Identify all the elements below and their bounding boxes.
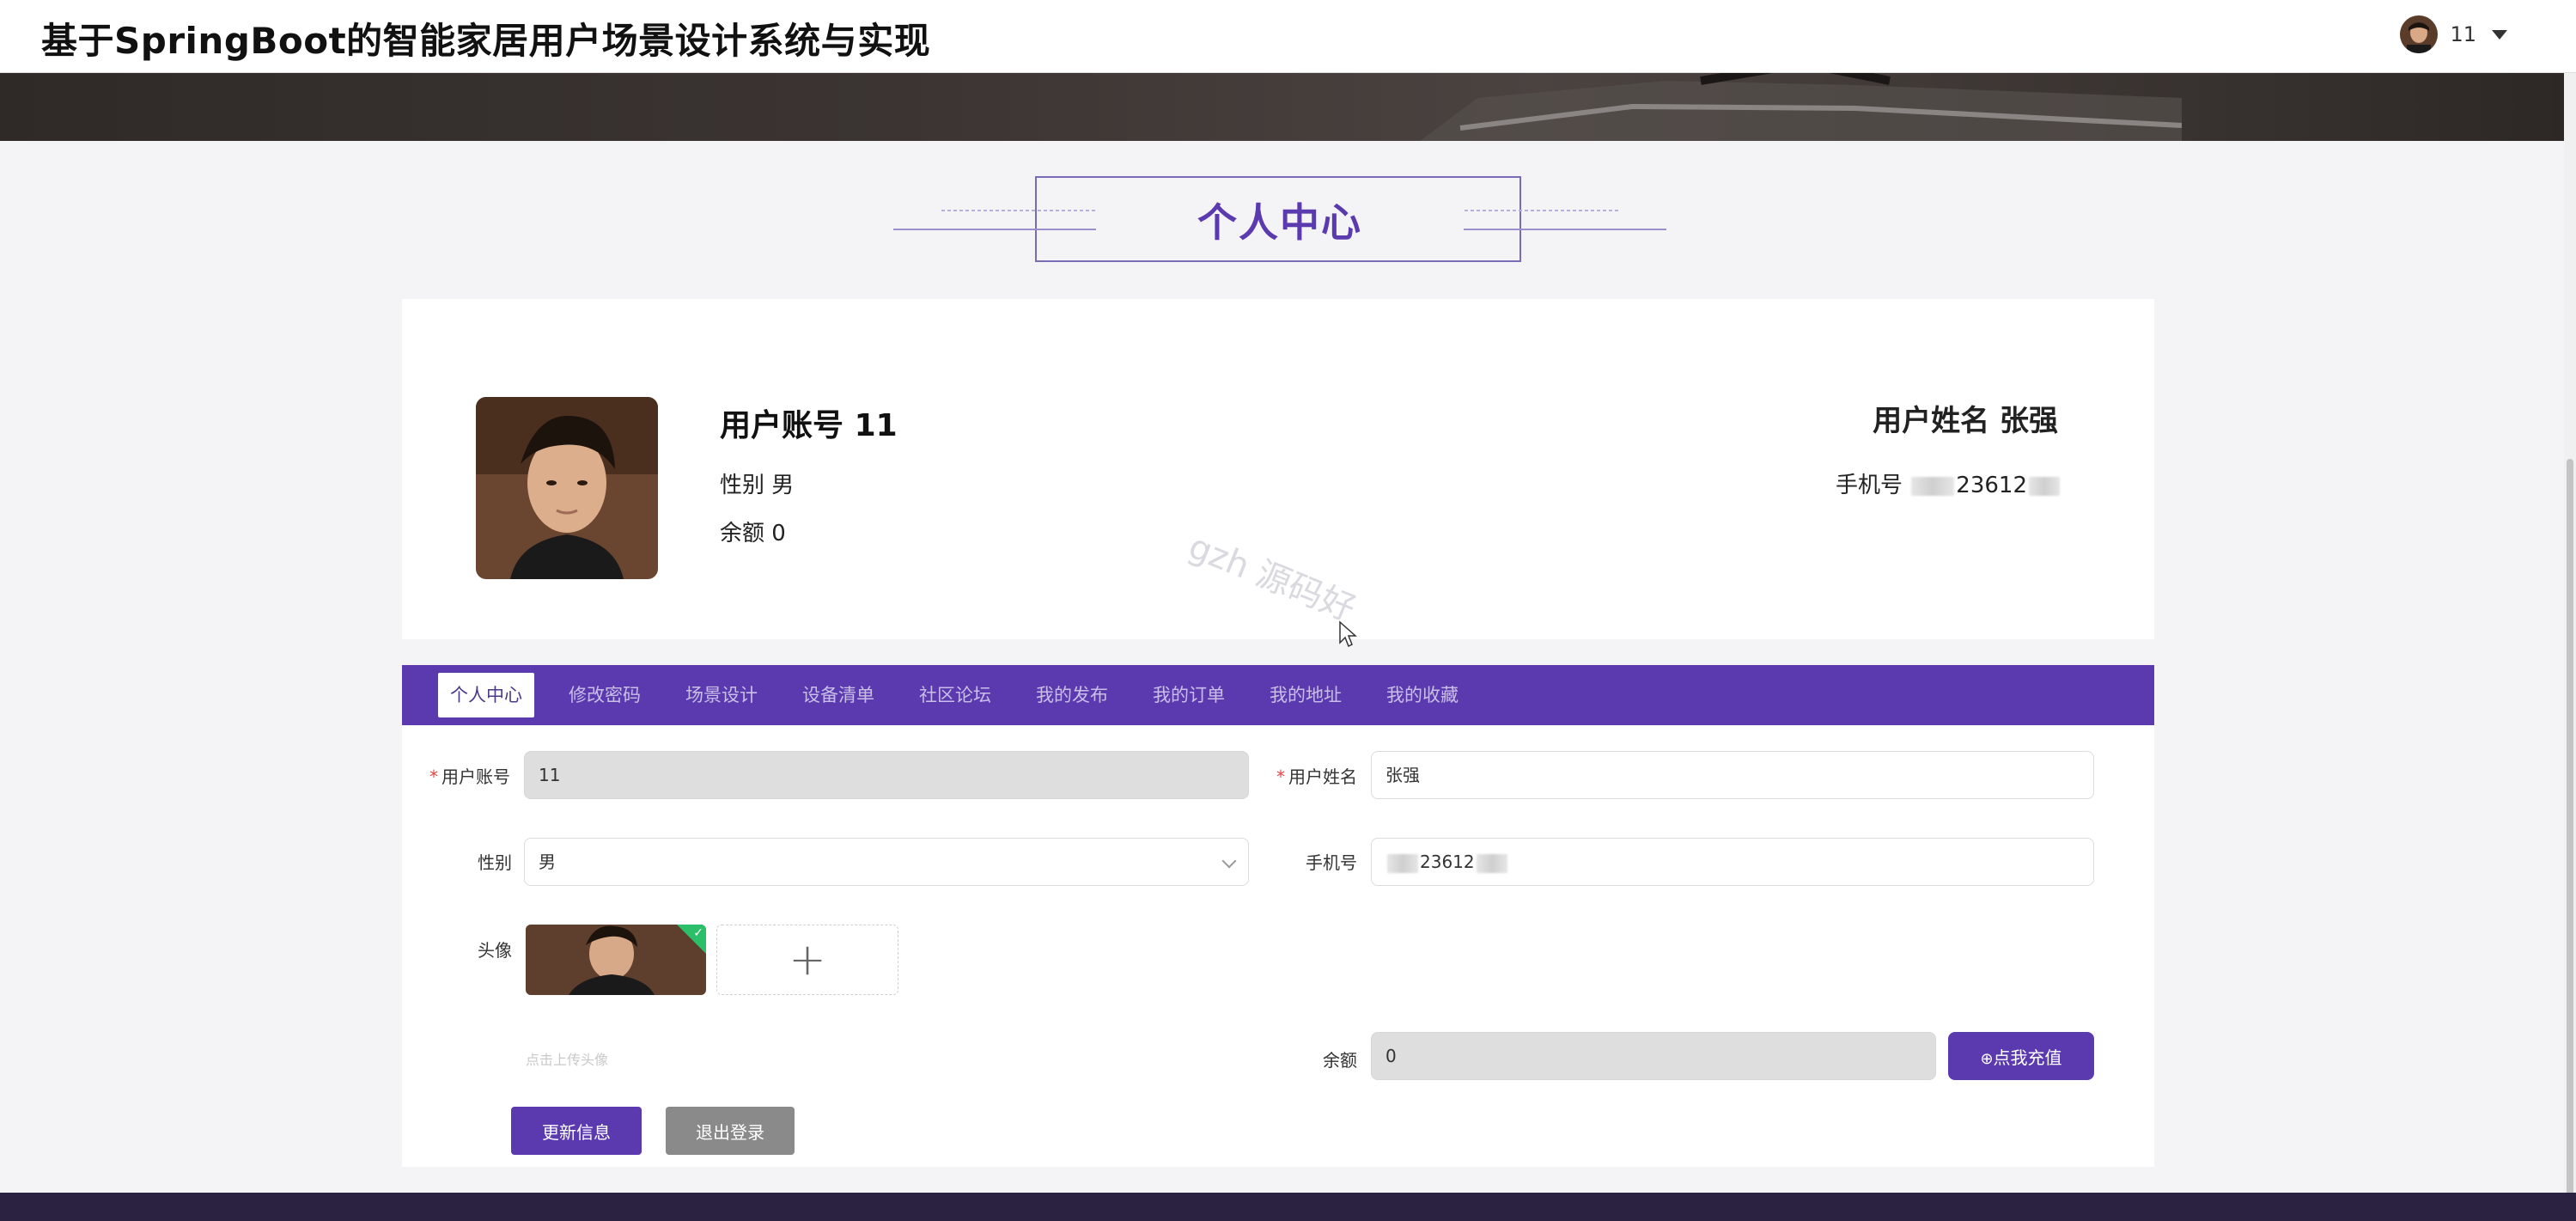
user-menu[interactable]: 11 (2400, 15, 2507, 53)
avatar-thumbnail[interactable]: ✓ (526, 925, 706, 995)
section-title: 个人中心 (1197, 199, 1362, 246)
site-title: 基于SpringBoot的智能家居用户场景设计系统与实现 (41, 20, 931, 62)
profile-gender-label: 性别 (720, 473, 765, 498)
user-name[interactable]: 11 (2450, 22, 2476, 46)
profile-tabs: 个人中心 修改密码 场景设计 设备清单 社区论坛 我的发布 我的订单 我的地址 … (402, 665, 2154, 725)
logout-button[interactable]: 退出登录 (666, 1107, 795, 1155)
redacted-mask (1911, 476, 1955, 496)
profile-account: 用户账号 11 (720, 400, 898, 445)
name-input[interactable]: 张强 (1371, 751, 2094, 799)
phone-input-value: 23612 (1420, 852, 1475, 872)
plus-circle-icon: ⊕ (1980, 1049, 1994, 1068)
gender-select[interactable]: 男 (524, 838, 1249, 886)
account-input[interactable]: 11 (524, 751, 1249, 799)
profile-balance-value: 0 (771, 521, 786, 546)
profile-phone-value: 23612 (1956, 473, 2027, 498)
tab-device-list[interactable]: 设备清单 (802, 673, 874, 717)
tab-scene-design[interactable]: 场景设计 (685, 673, 758, 717)
check-icon: ✓ (693, 926, 703, 940)
tab-my-posts[interactable]: 我的发布 (1036, 673, 1108, 717)
profile-gender: 性别 男 (720, 467, 794, 499)
profile-gender-value: 男 (771, 473, 795, 498)
profile-balance: 余额 0 (720, 516, 786, 547)
scrollbar-thumb[interactable] (2567, 459, 2573, 1215)
chevron-down-icon[interactable] (2492, 29, 2507, 40)
profile-balance-label: 余额 (720, 521, 765, 546)
plus-icon: + (789, 934, 826, 986)
recharge-button-label: 点我充值 (1993, 1047, 2062, 1068)
gender-field-label: 性别 (478, 852, 512, 873)
redacted-mask (2029, 476, 2060, 496)
tab-my-orders[interactable]: 我的订单 (1153, 673, 1225, 717)
user-avatar-icon[interactable] (2400, 15, 2439, 53)
phone-field-label: 手机号 (1306, 852, 1357, 873)
redacted-mask (1476, 853, 1507, 873)
hero-banner (0, 72, 2564, 141)
name-field-label: * 用户姓名 (1276, 763, 1357, 788)
section-heading: 个人中心 (893, 176, 1666, 262)
required-mark: * (1276, 766, 1285, 787)
banner-decoration (1420, 72, 2182, 141)
profile-phone-label: 手机号 (1836, 473, 1903, 498)
name-field-label-text: 用户姓名 (1288, 766, 1357, 787)
chevron-down-icon (1221, 853, 1237, 869)
profile-avatar (476, 397, 658, 579)
balance-input[interactable]: 0 (1371, 1032, 1936, 1080)
tab-my-favorites[interactable]: 我的收藏 (1386, 673, 1459, 717)
recharge-button[interactable]: ⊕点我充值 (1948, 1032, 2094, 1080)
account-field-label: * 用户账号 (429, 763, 510, 788)
profile-name-label: 用户姓名 (1873, 404, 1990, 438)
required-mark: * (429, 766, 438, 787)
profile-name: 用户姓名 张强 (1873, 397, 2058, 439)
mouse-cursor-icon (1339, 620, 1357, 648)
tab-change-password[interactable]: 修改密码 (569, 673, 641, 717)
profile-card: 用户账号 11 性别 男 余额 0 用户姓名 张强 手机号 23612 (402, 299, 2154, 639)
gender-select-value: 男 (539, 852, 556, 872)
balance-field-label: 余额 (1323, 1050, 1357, 1071)
account-field-label-text: 用户账号 (442, 766, 510, 787)
profile-phone: 手机号 23612 (1836, 467, 2061, 499)
tab-community-forum[interactable]: 社区论坛 (919, 673, 991, 717)
upload-hint: 点击上传头像 (526, 1052, 609, 1068)
top-navbar: 基于SpringBoot的智能家居用户场景设计系统与实现 11 (0, 0, 2576, 73)
avatar-field-label: 头像 (478, 940, 512, 961)
page-footer (0, 1193, 2576, 1221)
tab-my-addresses[interactable]: 我的地址 (1270, 673, 1342, 717)
page-scrollbar[interactable] (2564, 72, 2576, 1221)
tab-profile-center[interactable]: 个人中心 (438, 673, 534, 717)
phone-input[interactable]: 23612 (1371, 838, 2094, 886)
redacted-mask (1387, 853, 1418, 873)
update-info-button[interactable]: 更新信息 (511, 1107, 642, 1155)
profile-name-value: 张强 (2000, 404, 2058, 438)
profile-account-value: 11 (854, 408, 898, 443)
avatar-upload-button[interactable]: + (716, 925, 898, 995)
profile-account-label: 用户账号 (720, 408, 844, 443)
